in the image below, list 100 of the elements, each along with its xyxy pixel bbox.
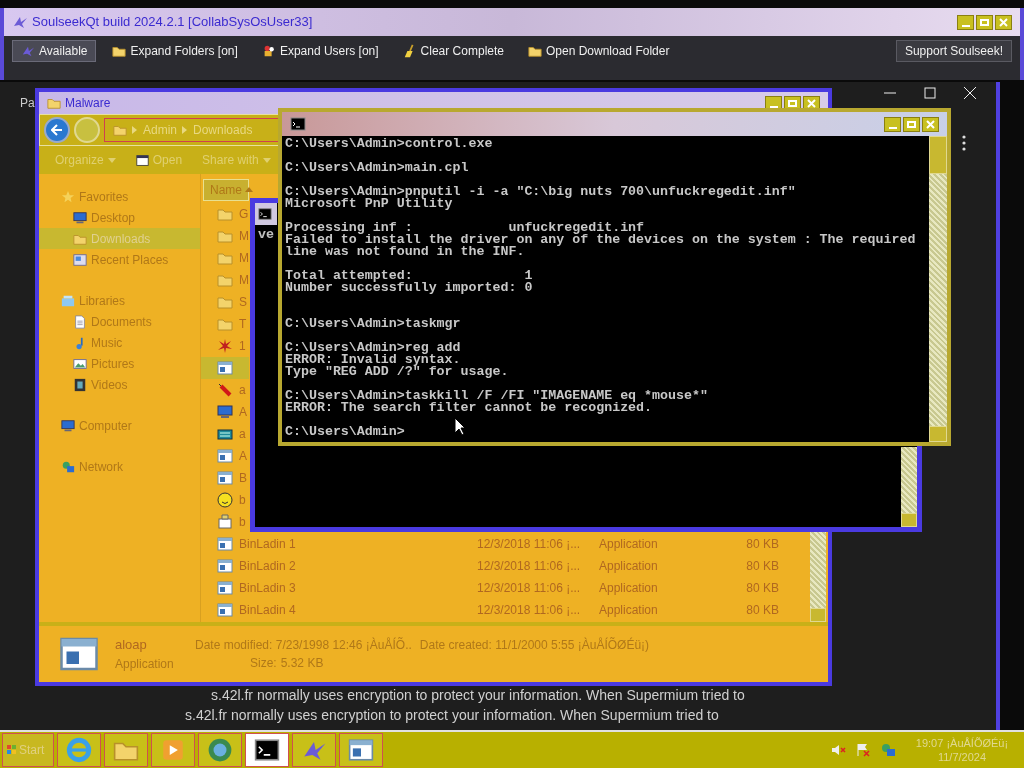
scrollbar[interactable] <box>929 136 947 442</box>
windows-logo-icon <box>7 745 17 755</box>
file-row[interactable]: T <box>201 313 249 335</box>
library-icon <box>61 293 75 308</box>
folder-icon <box>113 123 127 137</box>
nav-item[interactable]: Downloads <box>39 228 200 249</box>
file-name: BinLadin 3 <box>239 580 297 597</box>
file-name: BinLadin 4 <box>239 602 297 619</box>
file-row[interactable]: M <box>201 247 249 269</box>
mouse-pointer-icon <box>454 417 466 436</box>
file-size: 80 KB <box>745 558 779 575</box>
minimize-button[interactable] <box>957 14 974 30</box>
nav-item[interactable]: Computer <box>39 415 200 436</box>
mute-icon <box>830 742 846 758</box>
file-name: a <box>239 382 246 399</box>
app-icon <box>217 448 233 464</box>
file-row[interactable]: A <box>201 445 249 467</box>
file-row[interactable]: S <box>201 291 249 313</box>
taskbar-button[interactable] <box>245 733 289 767</box>
file-row[interactable]: G <box>201 203 249 225</box>
file-row[interactable]: a <box>201 379 249 401</box>
scrollbar[interactable] <box>810 532 826 622</box>
clock[interactable]: 19:07 ¡ÀuÅÍÕØÉü¡ 11/7/2024 <box>902 736 1022 764</box>
file-row[interactable]: 1 <box>201 335 249 357</box>
console-output: C:\Users\Admin>taskkill /F /FI "IMAGENAME eq *mouse*" ERROR: The search filter cannot be recognized. <box>285 390 708 414</box>
maximize-button[interactable] <box>976 14 993 30</box>
date-created: Date created: 11/1/2000 5:55 ¡ÀuÅÍÕØÉü¡) <box>419 636 650 654</box>
file-row[interactable]: a <box>201 423 249 445</box>
dropdown-icon <box>262 156 271 164</box>
more-icon[interactable] <box>961 135 967 151</box>
close-button[interactable] <box>922 116 939 132</box>
file-row[interactable]: A <box>201 401 249 423</box>
file-size: 80 KB <box>745 580 779 597</box>
app-icon <box>217 580 233 596</box>
window-icon <box>135 153 149 167</box>
minimize-button[interactable] <box>884 116 901 132</box>
size-label: Size: <box>250 655 277 672</box>
nav-item[interactable]: Libraries <box>39 290 200 311</box>
file-row[interactable]: B <box>201 467 249 489</box>
chevron-right-icon <box>131 126 139 134</box>
address-bar[interactable]: Admin Downloads <box>104 118 280 142</box>
file-name: A <box>239 404 247 421</box>
console-icon <box>254 737 280 763</box>
dropdown-icon <box>107 156 116 164</box>
folder-icon <box>217 228 233 244</box>
close-button[interactable] <box>995 14 1012 30</box>
file-name: G <box>239 206 249 223</box>
console-output: C:\Users\Admin>reg add ERROR: Invalid syntax. Type "REG ADD /?" for usage. <box>285 342 509 378</box>
file-row[interactable]: BinLadin 1 12/3/2018 11:06 ¡... Application 80 KB <box>201 533 828 555</box>
nav-item[interactable]: Videos <box>39 374 200 395</box>
recent-icon <box>73 252 87 267</box>
back-button[interactable] <box>44 117 70 143</box>
file-row[interactable]: b <box>201 511 249 533</box>
window-title: Malware <box>65 95 111 112</box>
console-output: Processing inf : unfuckregedit.inf Failed to install the driver on any of the devices on the system : The required line was not found in the INF. <box>285 222 916 258</box>
command-button[interactable]: Share with <box>202 151 271 169</box>
nav-item[interactable]: Music <box>39 332 200 353</box>
folder-icon <box>217 272 233 288</box>
file-name: 1 <box>239 338 246 355</box>
folder-icon <box>528 44 542 58</box>
command-button[interactable]: Organize <box>55 151 116 169</box>
start-button[interactable]: Start <box>2 733 54 767</box>
toolbar-button[interactable]: Available <box>12 40 97 62</box>
globe-icon <box>207 737 233 763</box>
breadcrumb-item[interactable]: Admin <box>143 121 177 139</box>
nav-item[interactable]: Recent Places <box>39 249 200 270</box>
computer-icon <box>217 404 233 420</box>
nav-item[interactable]: Favorites <box>39 186 200 207</box>
window-icon <box>348 737 374 763</box>
file-name: A <box>239 448 247 465</box>
picture-icon <box>73 356 87 371</box>
file-row[interactable]: M <box>201 269 249 291</box>
maximize-button[interactable] <box>903 116 920 132</box>
breadcrumb-item[interactable]: Downloads <box>193 121 253 139</box>
command-button[interactable]: Open <box>135 151 183 169</box>
flag-icon <box>855 742 871 758</box>
file-row[interactable]: b <box>201 489 249 511</box>
nav-item[interactable]: Documents <box>39 311 200 332</box>
file-row[interactable]: M <box>201 225 249 247</box>
toolbar-button[interactable]: Open Download Folder <box>520 40 678 62</box>
file-row[interactable]: BinLadin 3 12/3/2018 11:06 ¡... Application 80 KB <box>201 577 828 599</box>
scrollbar[interactable] <box>901 447 917 527</box>
nav-item[interactable]: Pictures <box>39 353 200 374</box>
date-modified: Date modified: 7/23/1998 12:46 ¡ÀuÅÍÕ.. <box>195 636 412 654</box>
close-icon[interactable] <box>964 84 976 102</box>
nav-item[interactable]: Network <box>39 456 200 477</box>
chevron-right-icon <box>181 126 189 134</box>
installer-icon <box>217 514 233 530</box>
file-row[interactable] <box>201 357 249 379</box>
tab-title: Pa <box>20 95 35 112</box>
nav-item[interactable]: Desktop <box>39 207 200 228</box>
support-button[interactable]: Support Soulseek! <box>895 40 1012 62</box>
toolbar-button[interactable]: Expand Users [on] <box>253 40 387 62</box>
file-row[interactable]: BinLadin 2 12/3/2018 11:06 ¡... Application 80 KB <box>201 555 828 577</box>
maximize-icon[interactable] <box>924 84 936 102</box>
app-icon <box>217 558 233 574</box>
toolbar-button[interactable]: Expand Folders [on] <box>104 40 246 62</box>
console-output: C:\Users\Admin>main.cpl <box>285 162 469 174</box>
file-row[interactable]: BinLadin 4 12/3/2018 11:06 ¡... Application 80 KB <box>201 599 828 621</box>
toolbar-button[interactable]: Clear Complete <box>394 40 512 62</box>
